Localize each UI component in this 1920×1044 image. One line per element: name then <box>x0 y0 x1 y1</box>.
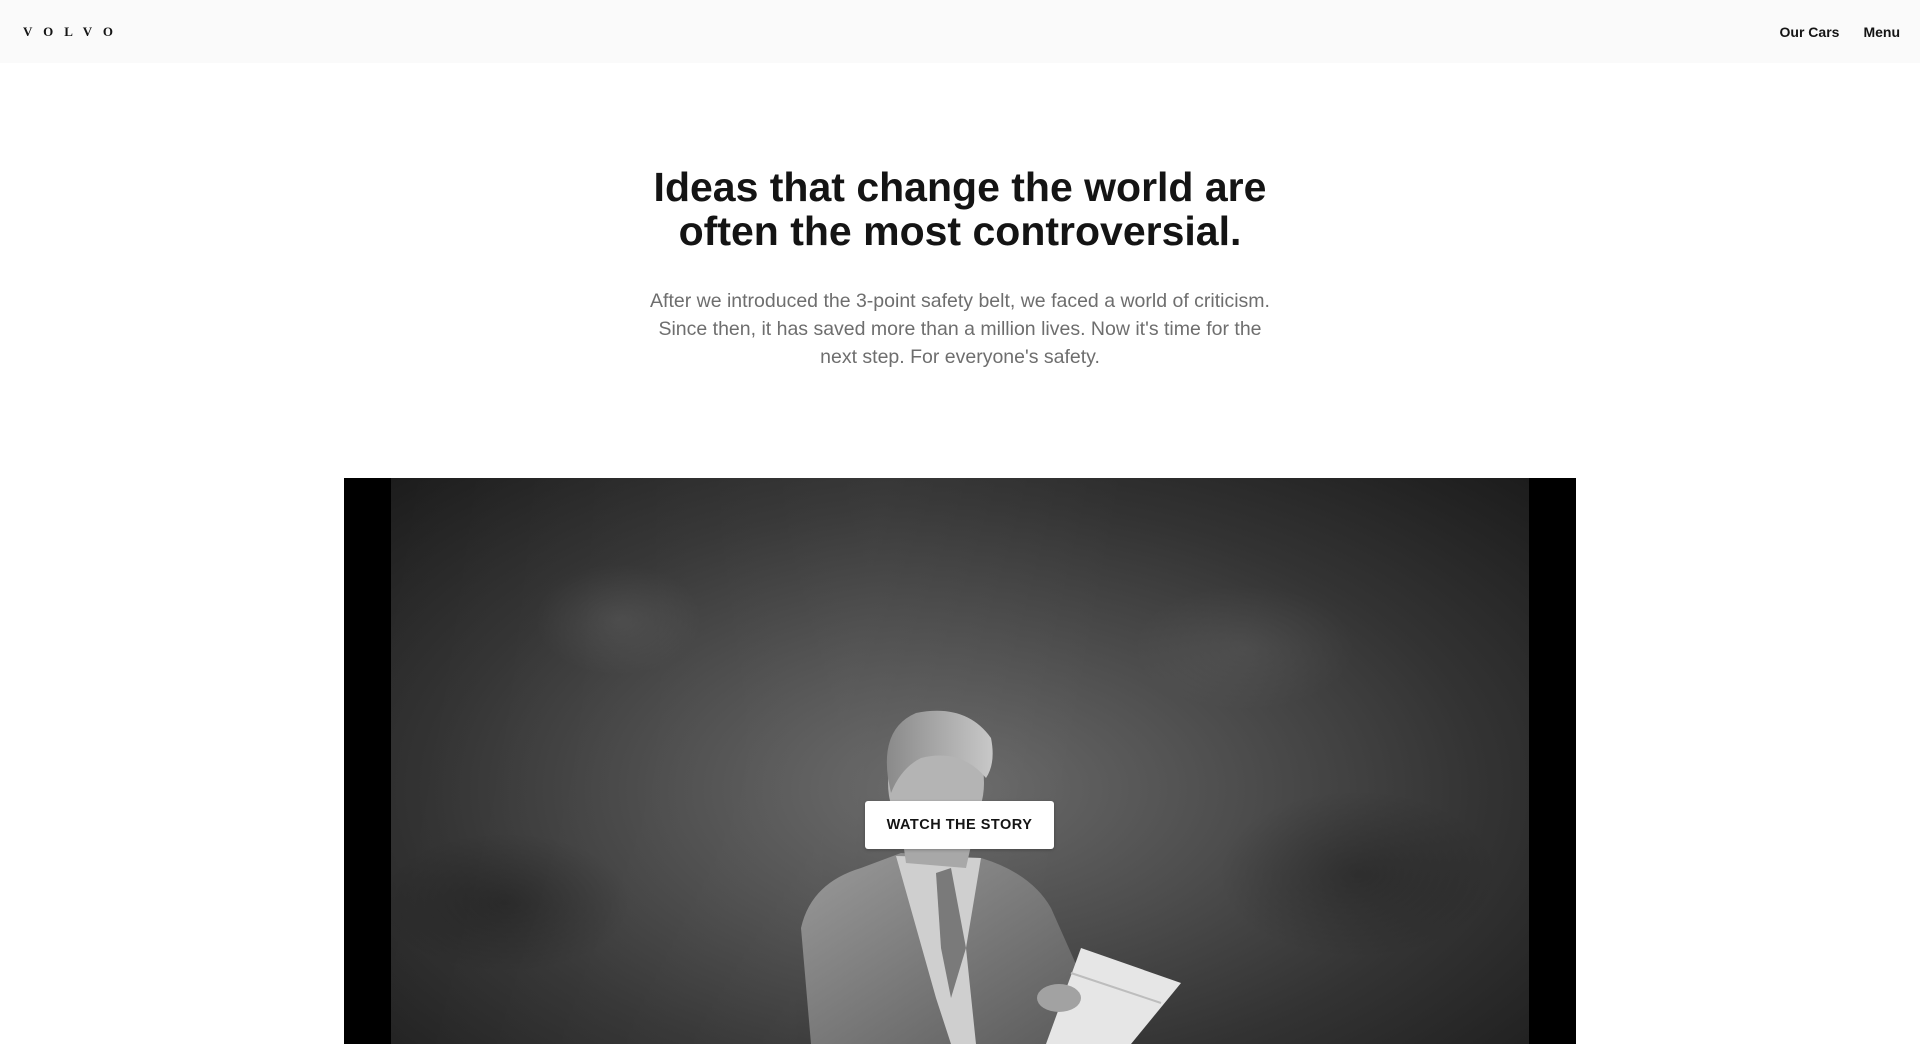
hero-headline: Ideas that change the world are often th… <box>653 164 1267 254</box>
hero-section: Ideas that change the world are often th… <box>0 165 1920 371</box>
nav-menu-button[interactable]: Menu <box>1863 22 1900 42</box>
video-frame <box>391 478 1529 1044</box>
site-header: VOLVO Our Cars Menu <box>0 0 1920 63</box>
watch-the-story-button[interactable]: WATCH THE STORY <box>865 801 1054 849</box>
volvo-logo[interactable]: VOLVO <box>23 22 124 42</box>
man-reading-image <box>801 710 1181 1044</box>
nav-our-cars-link[interactable]: Our Cars <box>1780 22 1840 42</box>
hero-body-text: After we introduced the 3-point safety b… <box>650 290 1270 368</box>
header-nav: Our Cars Menu <box>1780 22 1900 42</box>
video-player[interactable] <box>344 478 1576 1044</box>
